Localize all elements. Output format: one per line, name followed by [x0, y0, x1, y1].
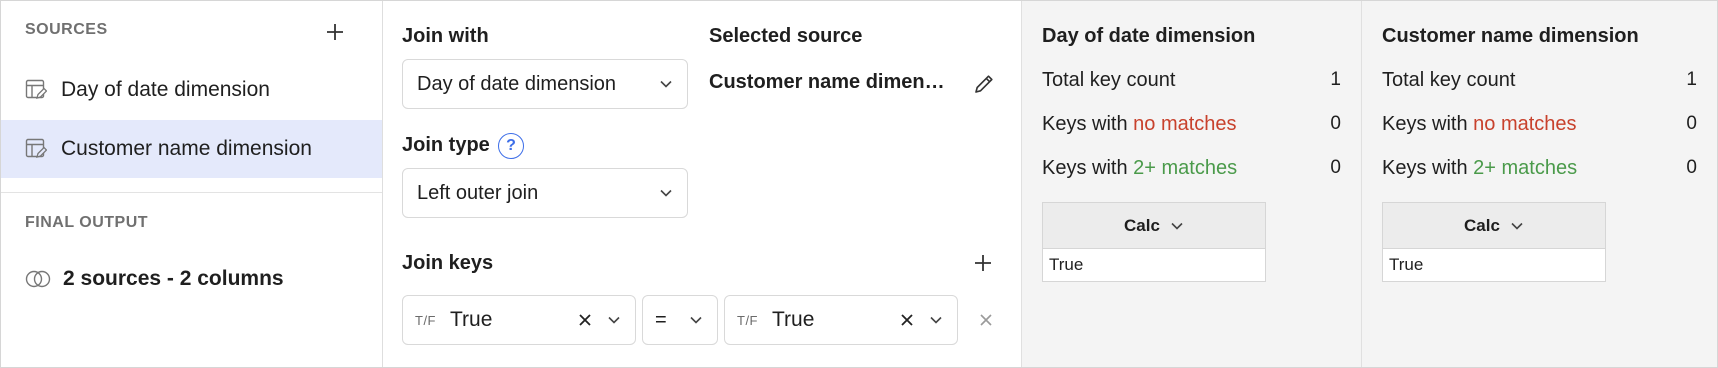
- clear-right-key-button[interactable]: [895, 308, 919, 332]
- chevron-down-icon: [1510, 219, 1524, 233]
- chevron-down-icon: [929, 313, 943, 327]
- total-key-count-row: Total key count 1: [1382, 69, 1697, 92]
- join-with-select[interactable]: Day of date dimension: [402, 59, 688, 109]
- edit-source-button[interactable]: [969, 69, 999, 99]
- stat-label: Keys with no matches: [1042, 113, 1237, 136]
- no-matches-text: no matches: [1133, 113, 1237, 135]
- final-output-label: 2 sources - 2 columns: [63, 267, 284, 290]
- chevron-down-icon: [659, 77, 673, 91]
- source-item-customer-name[interactable]: Customer name dimension: [1, 120, 382, 178]
- stat-prefix: Keys with: [1382, 113, 1468, 135]
- source-item-label: Day of date dimension: [61, 78, 270, 101]
- plus-icon: [975, 255, 991, 271]
- table-edit-icon: [25, 138, 47, 158]
- stat-value: 0: [1686, 157, 1697, 178]
- sources-panel: SOURCES Day of date dimension Customer n…: [1, 1, 383, 367]
- add-join-key-button[interactable]: [968, 248, 998, 278]
- stat-value: 0: [1686, 113, 1697, 134]
- no-matches-row: Keys with no matches 0: [1042, 113, 1341, 136]
- join-type-heading: Join type: [402, 134, 490, 156]
- chevron-down-icon: [659, 186, 673, 200]
- stat-prefix: Keys with: [1042, 157, 1128, 179]
- join-with-value: Day of date dimension: [417, 72, 617, 95]
- column-header-calc[interactable]: Calc: [1383, 203, 1605, 249]
- stat-label: Keys with 2+ matches: [1042, 157, 1237, 180]
- stat-label: Total key count: [1382, 69, 1516, 91]
- chevron-down-icon: [607, 313, 621, 327]
- multi-matches-text: 2+ matches: [1473, 157, 1578, 179]
- stat-value: 1: [1330, 69, 1341, 90]
- final-output-item[interactable]: 2 sources - 2 columns: [25, 267, 284, 291]
- left-key-value: True: [450, 308, 493, 331]
- clear-left-key-button[interactable]: [573, 308, 597, 332]
- join-editor: SOURCES Day of date dimension Customer n…: [0, 0, 1718, 368]
- multi-matches-row: Keys with 2+ matches 0: [1382, 157, 1697, 180]
- key-stats-panel-right: Customer name dimension Total key count …: [1361, 1, 1717, 367]
- boolean-type-icon: T/F: [415, 312, 436, 328]
- join-circles-icon: [25, 270, 51, 288]
- total-key-count-row: Total key count 1: [1042, 69, 1341, 92]
- close-icon: [980, 314, 992, 326]
- join-keys-heading: Join keys: [402, 252, 494, 274]
- column-header-calc[interactable]: Calc: [1043, 203, 1265, 249]
- key-preview-table: Calc True: [1382, 202, 1606, 282]
- selected-source-value: Customer name dimension: [709, 71, 949, 93]
- left-key-select[interactable]: T/F True: [402, 295, 636, 345]
- sources-heading: SOURCES: [25, 21, 108, 38]
- operator-value: =: [655, 308, 667, 331]
- divider: [1, 192, 382, 193]
- key-preview-table: Calc True: [1042, 202, 1266, 282]
- join-type-select[interactable]: Left outer join: [402, 168, 688, 218]
- remove-join-key-button[interactable]: [973, 307, 999, 333]
- help-icon[interactable]: ?: [498, 133, 524, 159]
- source-item-day-of-date[interactable]: Day of date dimension: [1, 61, 382, 119]
- multi-matches-row: Keys with 2+ matches 0: [1042, 157, 1341, 180]
- stat-label: Keys with no matches: [1382, 113, 1577, 136]
- table-edit-icon: [25, 79, 47, 99]
- stat-prefix: Keys with: [1042, 113, 1128, 135]
- pencil-icon: [975, 75, 993, 93]
- column-header-label: Calc: [1124, 215, 1160, 235]
- join-type-value: Left outer join: [417, 181, 539, 204]
- no-matches-text: no matches: [1473, 113, 1577, 135]
- plus-icon: [327, 24, 343, 40]
- right-key-select[interactable]: T/F True: [724, 295, 958, 345]
- stat-value: 0: [1330, 157, 1341, 178]
- add-source-button[interactable]: [320, 17, 350, 47]
- stat-label: Total key count: [1042, 69, 1176, 91]
- operator-select[interactable]: =: [642, 295, 718, 345]
- no-matches-row: Keys with no matches 0: [1382, 113, 1697, 136]
- stat-value: 1: [1686, 69, 1697, 90]
- table-cell: True: [1389, 255, 1424, 274]
- close-icon: [579, 314, 591, 326]
- right-key-value: True: [772, 308, 815, 331]
- stat-prefix: Keys with: [1382, 157, 1468, 179]
- boolean-type-icon: T/F: [737, 312, 758, 328]
- table-cell: True: [1049, 255, 1084, 274]
- join-with-heading: Join with: [402, 25, 489, 47]
- stat-value: 0: [1330, 113, 1341, 134]
- final-output-heading: FINAL OUTPUT: [25, 214, 149, 231]
- multi-matches-text: 2+ matches: [1133, 157, 1238, 179]
- source-item-label: Customer name dimension: [61, 137, 312, 160]
- stat-label: Keys with 2+ matches: [1382, 157, 1577, 180]
- selected-source-heading: Selected source: [709, 25, 863, 47]
- key-stats-panel-left: Day of date dimension Total key count 1 …: [1021, 1, 1361, 367]
- chevron-down-icon: [689, 313, 703, 327]
- close-icon: [901, 314, 913, 326]
- column-header-label: Calc: [1464, 215, 1500, 235]
- chevron-down-icon: [1170, 219, 1184, 233]
- stats-title: Day of date dimension: [1042, 25, 1256, 47]
- stats-title: Customer name dimension: [1382, 25, 1639, 47]
- join-config-panel: Join with Selected source Day of date di…: [383, 1, 1021, 367]
